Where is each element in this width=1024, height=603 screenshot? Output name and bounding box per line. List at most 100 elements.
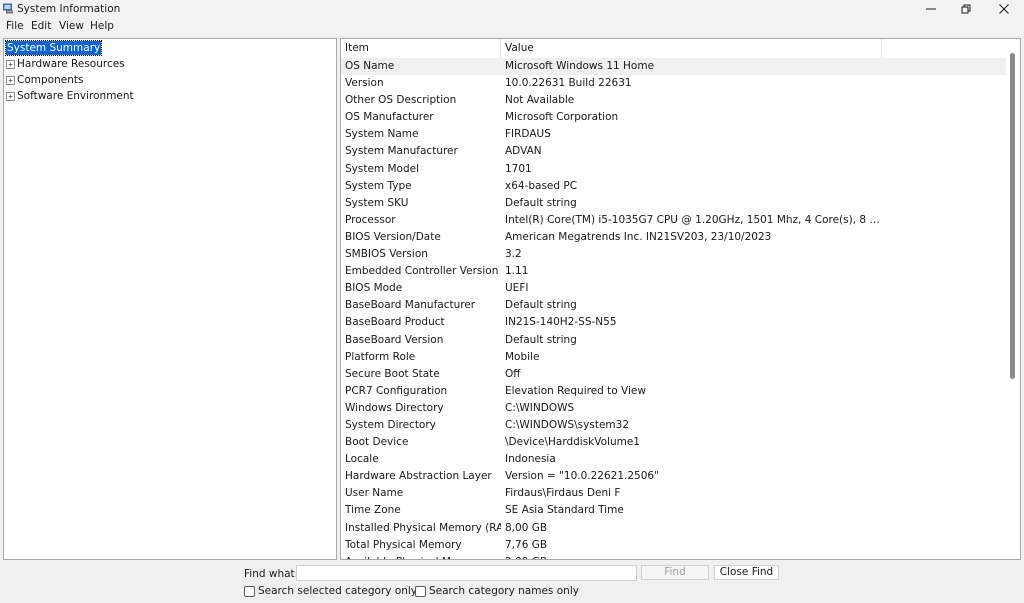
expand-icon[interactable]: + — [6, 91, 15, 101]
row-item: BaseBoard Product — [345, 316, 445, 329]
expand-icon[interactable]: + — [6, 75, 15, 85]
table-row[interactable]: OS Name Microsoft Windows 11 Home — [341, 58, 1008, 76]
minimize-button[interactable] — [912, 0, 950, 18]
row-value: 8,00 GB — [505, 521, 548, 534]
table-row[interactable]: BaseBoard Version Default string — [341, 332, 1008, 349]
scrollbar-thumb[interactable] — [1010, 53, 1015, 379]
row-value: Microsoft Windows 11 Home — [505, 60, 655, 72]
row-item: BIOS Version/Date — [345, 230, 441, 243]
tree-item-system-summary[interactable]: System Summary — [4, 40, 103, 56]
details-rows: OS Name Microsoft Windows 11 Home Version 1… — [341, 58, 1008, 559]
table-row[interactable]: Processor Intel(R) Core(TM) i5-1035G7 CPU… — [341, 212, 1008, 229]
restore-button[interactable] — [947, 0, 985, 18]
table-row[interactable]: Secure Boot State Off — [341, 366, 1008, 383]
table-row[interactable]: System Directory C:\WINDOWS\system32 — [341, 417, 1008, 434]
row-item: Total Physical Memory — [345, 538, 462, 551]
close-find-button[interactable]: Close Find — [714, 565, 779, 580]
row-value: American Megatrends Inc. IN21SV203, 23/1… — [505, 230, 772, 243]
table-row[interactable]: Installed Physical Memory (RAM) 8,00 GB — [341, 520, 1008, 537]
table-row[interactable]: Hardware Abstraction Layer Version = "10.… — [341, 468, 1008, 485]
menu-edit[interactable]: Edit — [31, 20, 51, 32]
row-value: FIRDAUS — [505, 128, 551, 141]
row-item: System Model — [345, 162, 420, 175]
row-item: Version — [345, 77, 384, 90]
row-value: Elevation Required to View — [505, 384, 646, 397]
tree-item-software-environment[interactable]: + Software Environment — [6, 89, 134, 103]
row-value: Default string — [505, 196, 577, 209]
tree-item-components[interactable]: + Components — [6, 73, 83, 87]
search-category-names-option[interactable]: Search category names only — [415, 585, 579, 597]
row-item: System Manufacturer — [345, 145, 458, 158]
row-value: IN21S-140H2-SS-N55 — [505, 316, 617, 329]
table-row[interactable]: System Type x64-based PC — [341, 178, 1008, 195]
table-row[interactable]: Boot Device \Device\HarddiskVolume1 — [341, 434, 1008, 451]
row-value: UEFI — [505, 282, 529, 295]
table-row[interactable]: SMBIOS Version 3.2 — [341, 246, 1008, 263]
search-category-names-checkbox[interactable] — [415, 585, 426, 597]
row-item: BIOS Mode — [345, 282, 403, 295]
row-item: Platform Role — [345, 350, 416, 363]
row-value: 3.2 — [505, 248, 522, 261]
table-row[interactable]: BIOS Mode UEFI — [341, 280, 1008, 297]
row-value: SE Asia Standard Time — [505, 504, 624, 517]
row-item: System Type — [345, 179, 412, 192]
row-item: System SKU — [345, 196, 409, 209]
table-row[interactable]: System Name FIRDAUS — [341, 126, 1008, 143]
search-category-names-label: Search category names only — [429, 585, 579, 597]
table-row[interactable]: BIOS Version/Date American Megatrends Inc… — [341, 229, 1008, 246]
system-information-icon — [3, 3, 13, 14]
row-item: User Name — [345, 487, 404, 500]
find-button[interactable]: Find — [641, 565, 709, 580]
menu-help[interactable]: Help — [90, 20, 114, 32]
restore-icon — [961, 4, 971, 14]
expand-icon[interactable]: + — [6, 59, 15, 69]
menu-bar: File Edit View Help — [0, 18, 1024, 35]
table-row[interactable]: BaseBoard Manufacturer Default string — [341, 297, 1008, 314]
column-header-value[interactable]: Value — [501, 39, 882, 58]
tree-item-label: System Summary — [4, 40, 103, 56]
search-selected-category-option[interactable]: Search selected category only — [244, 585, 417, 597]
tree-item-label: Hardware Resources — [17, 58, 125, 70]
row-value: Off — [505, 367, 521, 380]
table-row[interactable]: Version 10.0.22631 Build 22631 — [341, 75, 1008, 92]
row-value: C:\WINDOWS — [505, 401, 575, 414]
tree-item-hardware-resources[interactable]: + Hardware Resources — [6, 57, 125, 71]
row-value: ADVAN — [505, 145, 542, 158]
row-item: SMBIOS Version — [345, 248, 428, 261]
row-item: Time Zone — [345, 504, 401, 517]
table-row[interactable]: Other OS Description Not Available — [341, 92, 1008, 109]
table-row[interactable]: Total Physical Memory 7,76 GB — [341, 537, 1008, 554]
table-row[interactable]: User Name Firdaus\Firdaus Deni F — [341, 485, 1008, 502]
table-row[interactable]: Embedded Controller Version 1.11 — [341, 263, 1008, 280]
table-row[interactable]: Time Zone SE Asia Standard Time — [341, 502, 1008, 519]
row-value: Default string — [505, 333, 577, 346]
search-selected-category-checkbox[interactable] — [244, 585, 255, 597]
menu-file[interactable]: File — [6, 20, 24, 32]
close-window-button[interactable] — [985, 0, 1023, 18]
row-item: Locale — [345, 453, 379, 466]
table-row[interactable]: Locale Indonesia — [341, 451, 1008, 468]
table-row[interactable]: Available Physical Memory 2,89 GB — [341, 554, 1008, 559]
table-row[interactable]: PCR7 Configuration Elevation Required to … — [341, 383, 1008, 400]
column-header-item[interactable]: Item — [341, 39, 501, 58]
title-bar: System Information — [0, 0, 1024, 18]
table-row[interactable]: Windows Directory C:\WINDOWS — [341, 400, 1008, 417]
vertical-scrollbar[interactable] — [1006, 39, 1020, 559]
table-row[interactable]: BaseBoard Product IN21S-140H2-SS-N55 — [341, 314, 1008, 331]
row-value: Not Available — [505, 94, 575, 107]
row-value: 7,76 GB — [505, 538, 548, 551]
table-row[interactable]: OS Manufacturer Microsoft Corporation — [341, 109, 1008, 126]
menu-view[interactable]: View — [59, 20, 84, 32]
row-item: OS Name — [345, 60, 395, 72]
table-row[interactable]: System Manufacturer ADVAN — [341, 143, 1008, 160]
row-item: OS Manufacturer — [345, 111, 434, 124]
details-list[interactable]: Item Value OS Name Microsoft Windows 11 H… — [340, 38, 1021, 560]
category-tree[interactable]: System Summary + Hardware Resources + Co… — [3, 38, 337, 560]
row-value: Mobile — [505, 350, 540, 363]
find-input[interactable] — [296, 565, 637, 581]
row-item: Hardware Abstraction Layer — [345, 470, 492, 483]
table-row[interactable]: Platform Role Mobile — [341, 349, 1008, 366]
row-value: x64-based PC — [505, 179, 578, 192]
table-row[interactable]: System SKU Default string — [341, 195, 1008, 212]
table-row[interactable]: System Model 1701 — [341, 161, 1008, 178]
